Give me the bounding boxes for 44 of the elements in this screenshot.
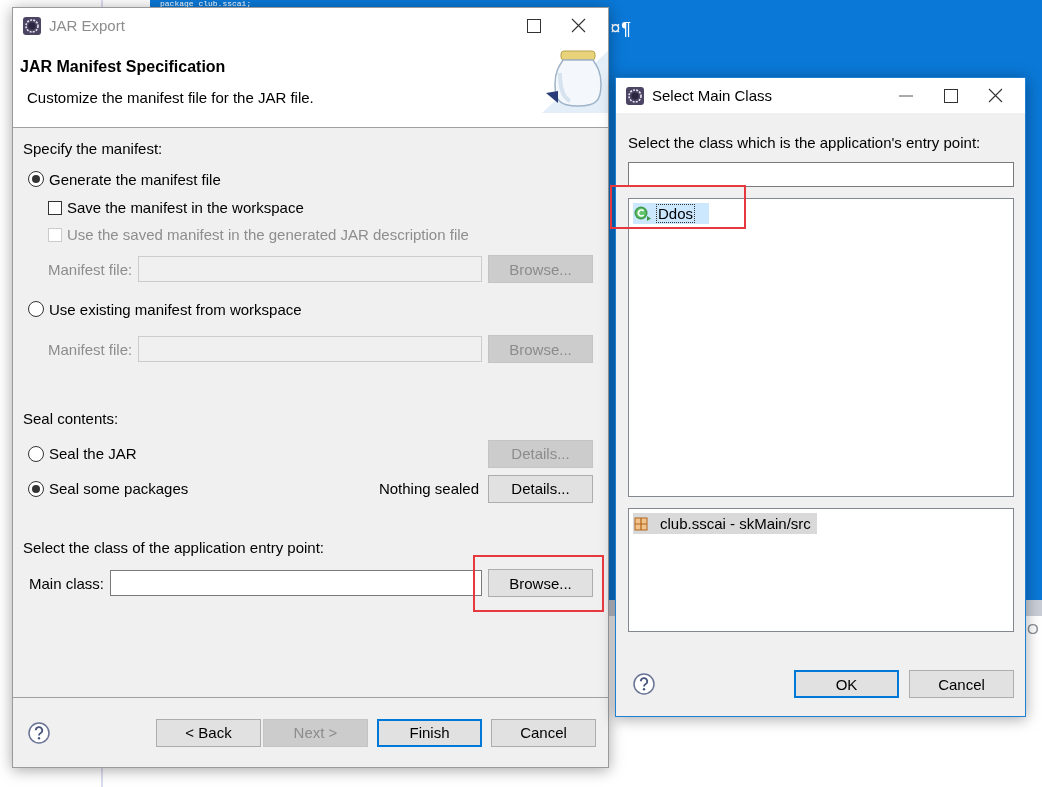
panel-text: O — [1027, 621, 1039, 637]
radio-button[interactable] — [28, 480, 44, 497]
field-label: Manifest file: — [48, 340, 133, 358]
browse-button[interactable]: Browse... — [488, 569, 593, 597]
field-label: Main class: — [29, 574, 105, 592]
dialog-button[interactable]: Cancel — [909, 670, 1014, 698]
radio-label[interactable]: Seal some packages — [49, 480, 189, 497]
maximize-icon[interactable] — [944, 88, 958, 103]
app-icon — [626, 86, 644, 105]
app-icon — [23, 16, 41, 35]
section-label: Specify the manifest: — [23, 139, 164, 159]
dialog-button[interactable]: Finish — [377, 718, 482, 747]
dialog-button[interactable]: < Back — [156, 718, 261, 747]
radio-button[interactable] — [28, 171, 44, 187]
package-icon — [634, 516, 648, 531]
code-text: package club.sscai; — [160, 0, 252, 7]
help-icon[interactable] — [28, 721, 50, 744]
radio-label[interactable]: Generate the manifest file — [49, 170, 221, 188]
prompt-text: Select the class which is the application's entry point: — [628, 133, 982, 153]
code-text: ¤¶ — [610, 20, 632, 38]
window-title: Select Main Class — [652, 87, 774, 104]
field-label: Manifest file: — [48, 260, 133, 278]
maximize-icon[interactable] — [527, 18, 541, 33]
class-icon — [634, 205, 652, 222]
page-heading: JAR Manifest Specification — [20, 57, 227, 77]
list-item[interactable]: Ddos — [633, 203, 710, 224]
checkbox-label[interactable]: Save the manifest in the workspace — [67, 199, 304, 216]
section-label: Seal contents: — [23, 409, 120, 429]
section-label: Select the class of the application entry point: — [23, 538, 325, 558]
text-field[interactable] — [110, 570, 482, 596]
filter-field[interactable] — [628, 162, 1014, 187]
window-title: JAR Export — [49, 17, 126, 34]
checkbox[interactable] — [48, 200, 62, 215]
details-button[interactable]: Details... — [488, 474, 593, 503]
status-text: Nothing sealed — [378, 480, 479, 497]
close-icon[interactable] — [571, 18, 586, 33]
radio-button[interactable] — [28, 301, 44, 317]
page-description: Customize the manifest file for the JAR file. — [27, 88, 315, 108]
list-item[interactable]: club.sscai - skMain/src — [633, 513, 817, 534]
close-icon[interactable] — [988, 88, 1003, 103]
dialog-button[interactable]: Cancel — [491, 718, 596, 747]
help-icon[interactable] — [633, 673, 655, 695]
dialog-button[interactable]: OK — [794, 670, 899, 698]
radio-label[interactable]: Use existing manifest from workspace — [49, 300, 302, 318]
